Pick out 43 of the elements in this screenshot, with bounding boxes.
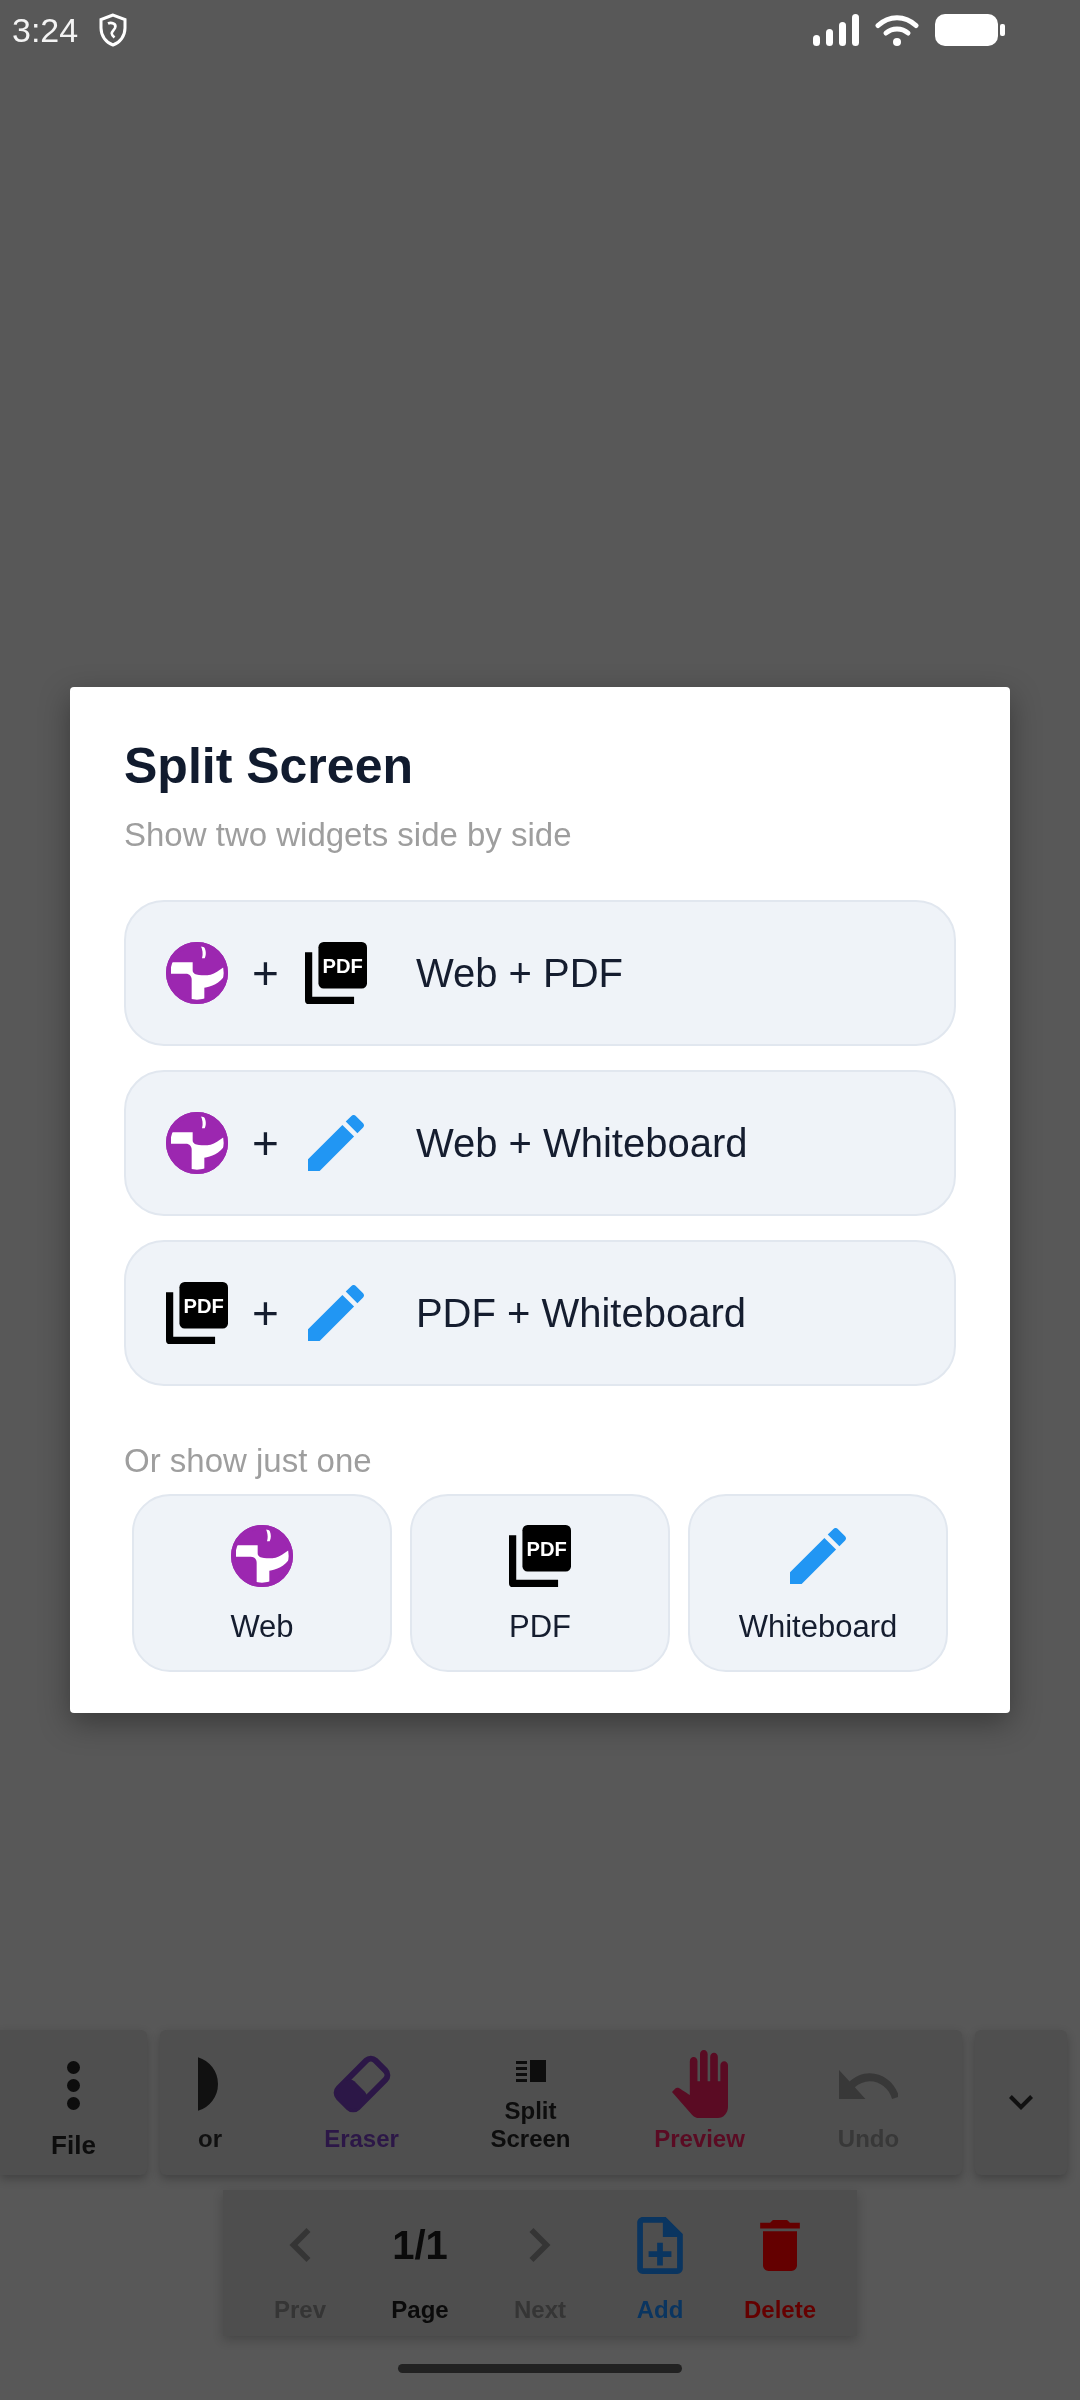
undo-icon	[839, 2069, 898, 2099]
wifi-icon	[875, 14, 919, 46]
preview-button[interactable]: Preview	[615, 2030, 784, 2175]
plus-sign: +	[252, 1118, 279, 1168]
battery-icon	[935, 13, 1005, 47]
single-widget-button[interactable]: Web	[132, 1494, 392, 1672]
dialog-title: Split Screen	[124, 737, 414, 796]
single-widget-button[interactable]: PDF PDF	[410, 1494, 670, 1672]
split-option-button[interactable]: + PDF Web + PDF	[124, 900, 956, 1046]
globe-icon	[231, 1525, 293, 1587]
trash-icon	[760, 2219, 800, 2271]
eraser-tool-button[interactable]: Eraser	[277, 2030, 446, 2175]
expand-button[interactable]	[975, 2030, 1067, 2175]
page-label: Page	[391, 2296, 449, 2324]
globe-icon	[166, 942, 228, 1004]
dialog-subtitle: Show two widgets side by side	[124, 815, 573, 855]
globe-icon	[166, 1112, 228, 1174]
plus-sign: +	[252, 1288, 279, 1338]
shield-icon	[98, 13, 129, 47]
add-page-button[interactable]: Add	[600, 2190, 720, 2336]
file-plus-icon	[637, 2216, 683, 2274]
split-option-button[interactable]: + Web + Whiteboard	[124, 1070, 956, 1216]
file-menu-button[interactable]: File	[0, 2030, 147, 2175]
chevron-down-icon	[1009, 2095, 1033, 2110]
pencil-icon	[307, 1285, 364, 1341]
plus-sign: +	[252, 948, 279, 998]
split-view-icon	[515, 2060, 546, 2082]
chevron-left-icon	[289, 2228, 311, 2262]
pencil-icon	[307, 1115, 364, 1171]
tool-button[interactable]: or	[160, 2030, 277, 2175]
pencil-icon	[790, 1528, 846, 1584]
single-widget-button[interactable]: Whiteboard	[688, 1494, 948, 1672]
page-number: 1/1	[392, 2222, 448, 2268]
split-screen-button[interactable]: Split Screen	[446, 2030, 615, 2175]
section-label: Or show just one	[124, 1441, 373, 1481]
eraser-icon	[331, 2054, 392, 2114]
chevron-right-icon	[529, 2228, 551, 2262]
delete-page-button[interactable]: Delete	[720, 2190, 840, 2336]
signal-icon	[813, 14, 859, 46]
more-vertical-icon	[67, 2061, 80, 2110]
split-option-button[interactable]: PDF + PDF + Whiteboard	[124, 1240, 956, 1386]
status-time: 3:24	[12, 10, 79, 50]
hand-icon	[671, 2050, 728, 2118]
